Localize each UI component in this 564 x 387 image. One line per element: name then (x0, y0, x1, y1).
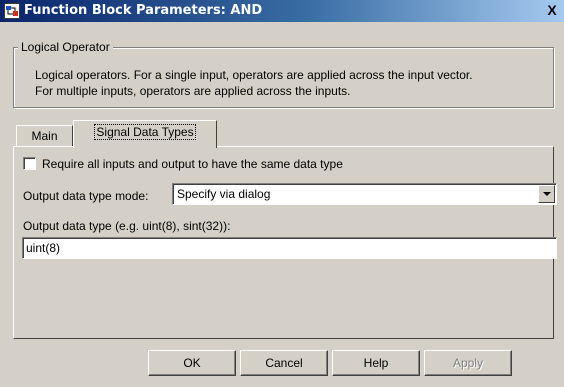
tab-main[interactable]: Main (16, 125, 73, 147)
close-icon: X (547, 2, 557, 18)
cancel-button[interactable]: Cancel (240, 350, 328, 376)
group-legend: Logical Operator (18, 40, 113, 54)
dropdown-button[interactable] (538, 185, 555, 203)
help-button[interactable]: Help (332, 350, 420, 376)
description-line-2: For multiple inputs, operators are appli… (35, 84, 351, 98)
title-bar[interactable]: Function Block Parameters: AND X (0, 0, 564, 22)
output-data-type-mode-label: Output data type mode: (23, 189, 149, 203)
tab-signal-data-types[interactable]: Signal Data Types (73, 120, 217, 148)
window-title: Function Block Parameters: AND (24, 3, 263, 18)
same-data-type-checkbox-label[interactable]: Require all inputs and output to have th… (42, 157, 343, 171)
output-data-type-label: Output data type (e.g. uint(8), sint(32)… (23, 219, 231, 233)
tab-signal-data-types-label: Signal Data Types (94, 124, 196, 140)
function-block-parameters-dialog: Function Block Parameters: AND X Logical… (0, 0, 564, 387)
close-button[interactable]: X (544, 3, 560, 17)
output-data-type-input[interactable] (22, 237, 557, 259)
simulink-block-icon (4, 3, 20, 19)
same-data-type-checkbox[interactable] (23, 157, 36, 170)
chevron-down-icon (543, 192, 551, 196)
output-data-type-mode-value: Specify via dialog (177, 187, 271, 201)
tab-main-label: Main (31, 129, 58, 143)
output-data-type-mode-select[interactable]: Specify via dialog (172, 183, 557, 205)
apply-button[interactable]: Apply (424, 350, 512, 376)
ok-button[interactable]: OK (148, 350, 236, 376)
description-line-1: Logical operators. For a single input, o… (35, 68, 473, 82)
